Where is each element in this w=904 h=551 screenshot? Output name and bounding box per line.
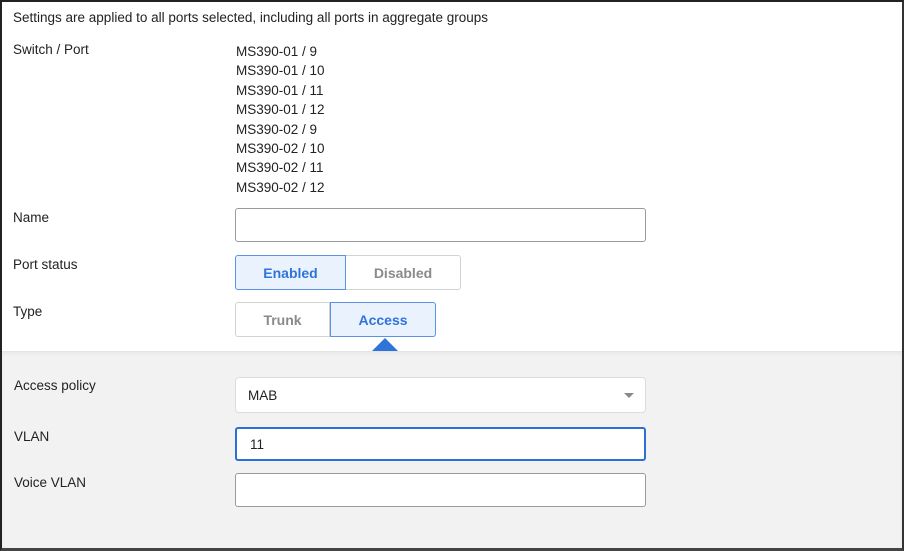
port-status-enabled-button[interactable]: Enabled: [235, 255, 346, 290]
port-list-item: MS390-01 / 9: [236, 44, 318, 59]
access-settings-section: Access policy MAB VLAN Voice VLAN: [2, 351, 902, 548]
port-settings-panel: Settings are applied to all ports select…: [0, 0, 904, 551]
vlan-input[interactable]: [235, 427, 646, 461]
access-policy-select[interactable]: MAB: [235, 377, 646, 413]
port-list-item: MS390-01 / 10: [236, 63, 325, 79]
switch-port-list: MS390-01 / 9 MS390-01 / 10 MS390-01 / 11…: [236, 42, 325, 197]
port-list-item: MS390-01 / 11: [236, 82, 324, 98]
switch-port-label: Switch / Port: [13, 42, 89, 57]
settings-notice: Settings are applied to all ports select…: [13, 10, 489, 25]
port-list-item: MS390-02 / 12: [236, 179, 325, 195]
type-toggle: Trunk Access: [235, 302, 436, 337]
port-list-item: MS390-02 / 10: [236, 141, 325, 157]
voice-vlan-label: Voice VLAN: [14, 475, 87, 490]
voice-vlan-input[interactable]: [235, 473, 646, 507]
name-input[interactable]: [235, 208, 646, 242]
name-label: Name: [13, 210, 50, 225]
selected-type-indicator-icon: [372, 338, 398, 351]
access-policy-value: MAB: [248, 387, 278, 403]
access-policy-label: Access policy: [14, 378, 96, 393]
port-status-disabled-button[interactable]: Disabled: [346, 255, 461, 290]
port-list-item: MS390-01 / 12: [236, 102, 325, 118]
vlan-label: VLAN: [14, 429, 50, 444]
chevron-down-icon: [624, 393, 634, 398]
type-access-button[interactable]: Access: [330, 302, 436, 337]
port-list-item: MS390-02 / 11: [236, 160, 324, 176]
port-status-toggle: Enabled Disabled: [235, 255, 461, 290]
type-trunk-button[interactable]: Trunk: [235, 302, 330, 337]
general-settings-section: Settings are applied to all ports select…: [2, 2, 902, 351]
port-list-item: MS390-02 / 9: [236, 121, 318, 137]
port-status-label: Port status: [13, 257, 78, 272]
type-label: Type: [13, 304, 43, 319]
